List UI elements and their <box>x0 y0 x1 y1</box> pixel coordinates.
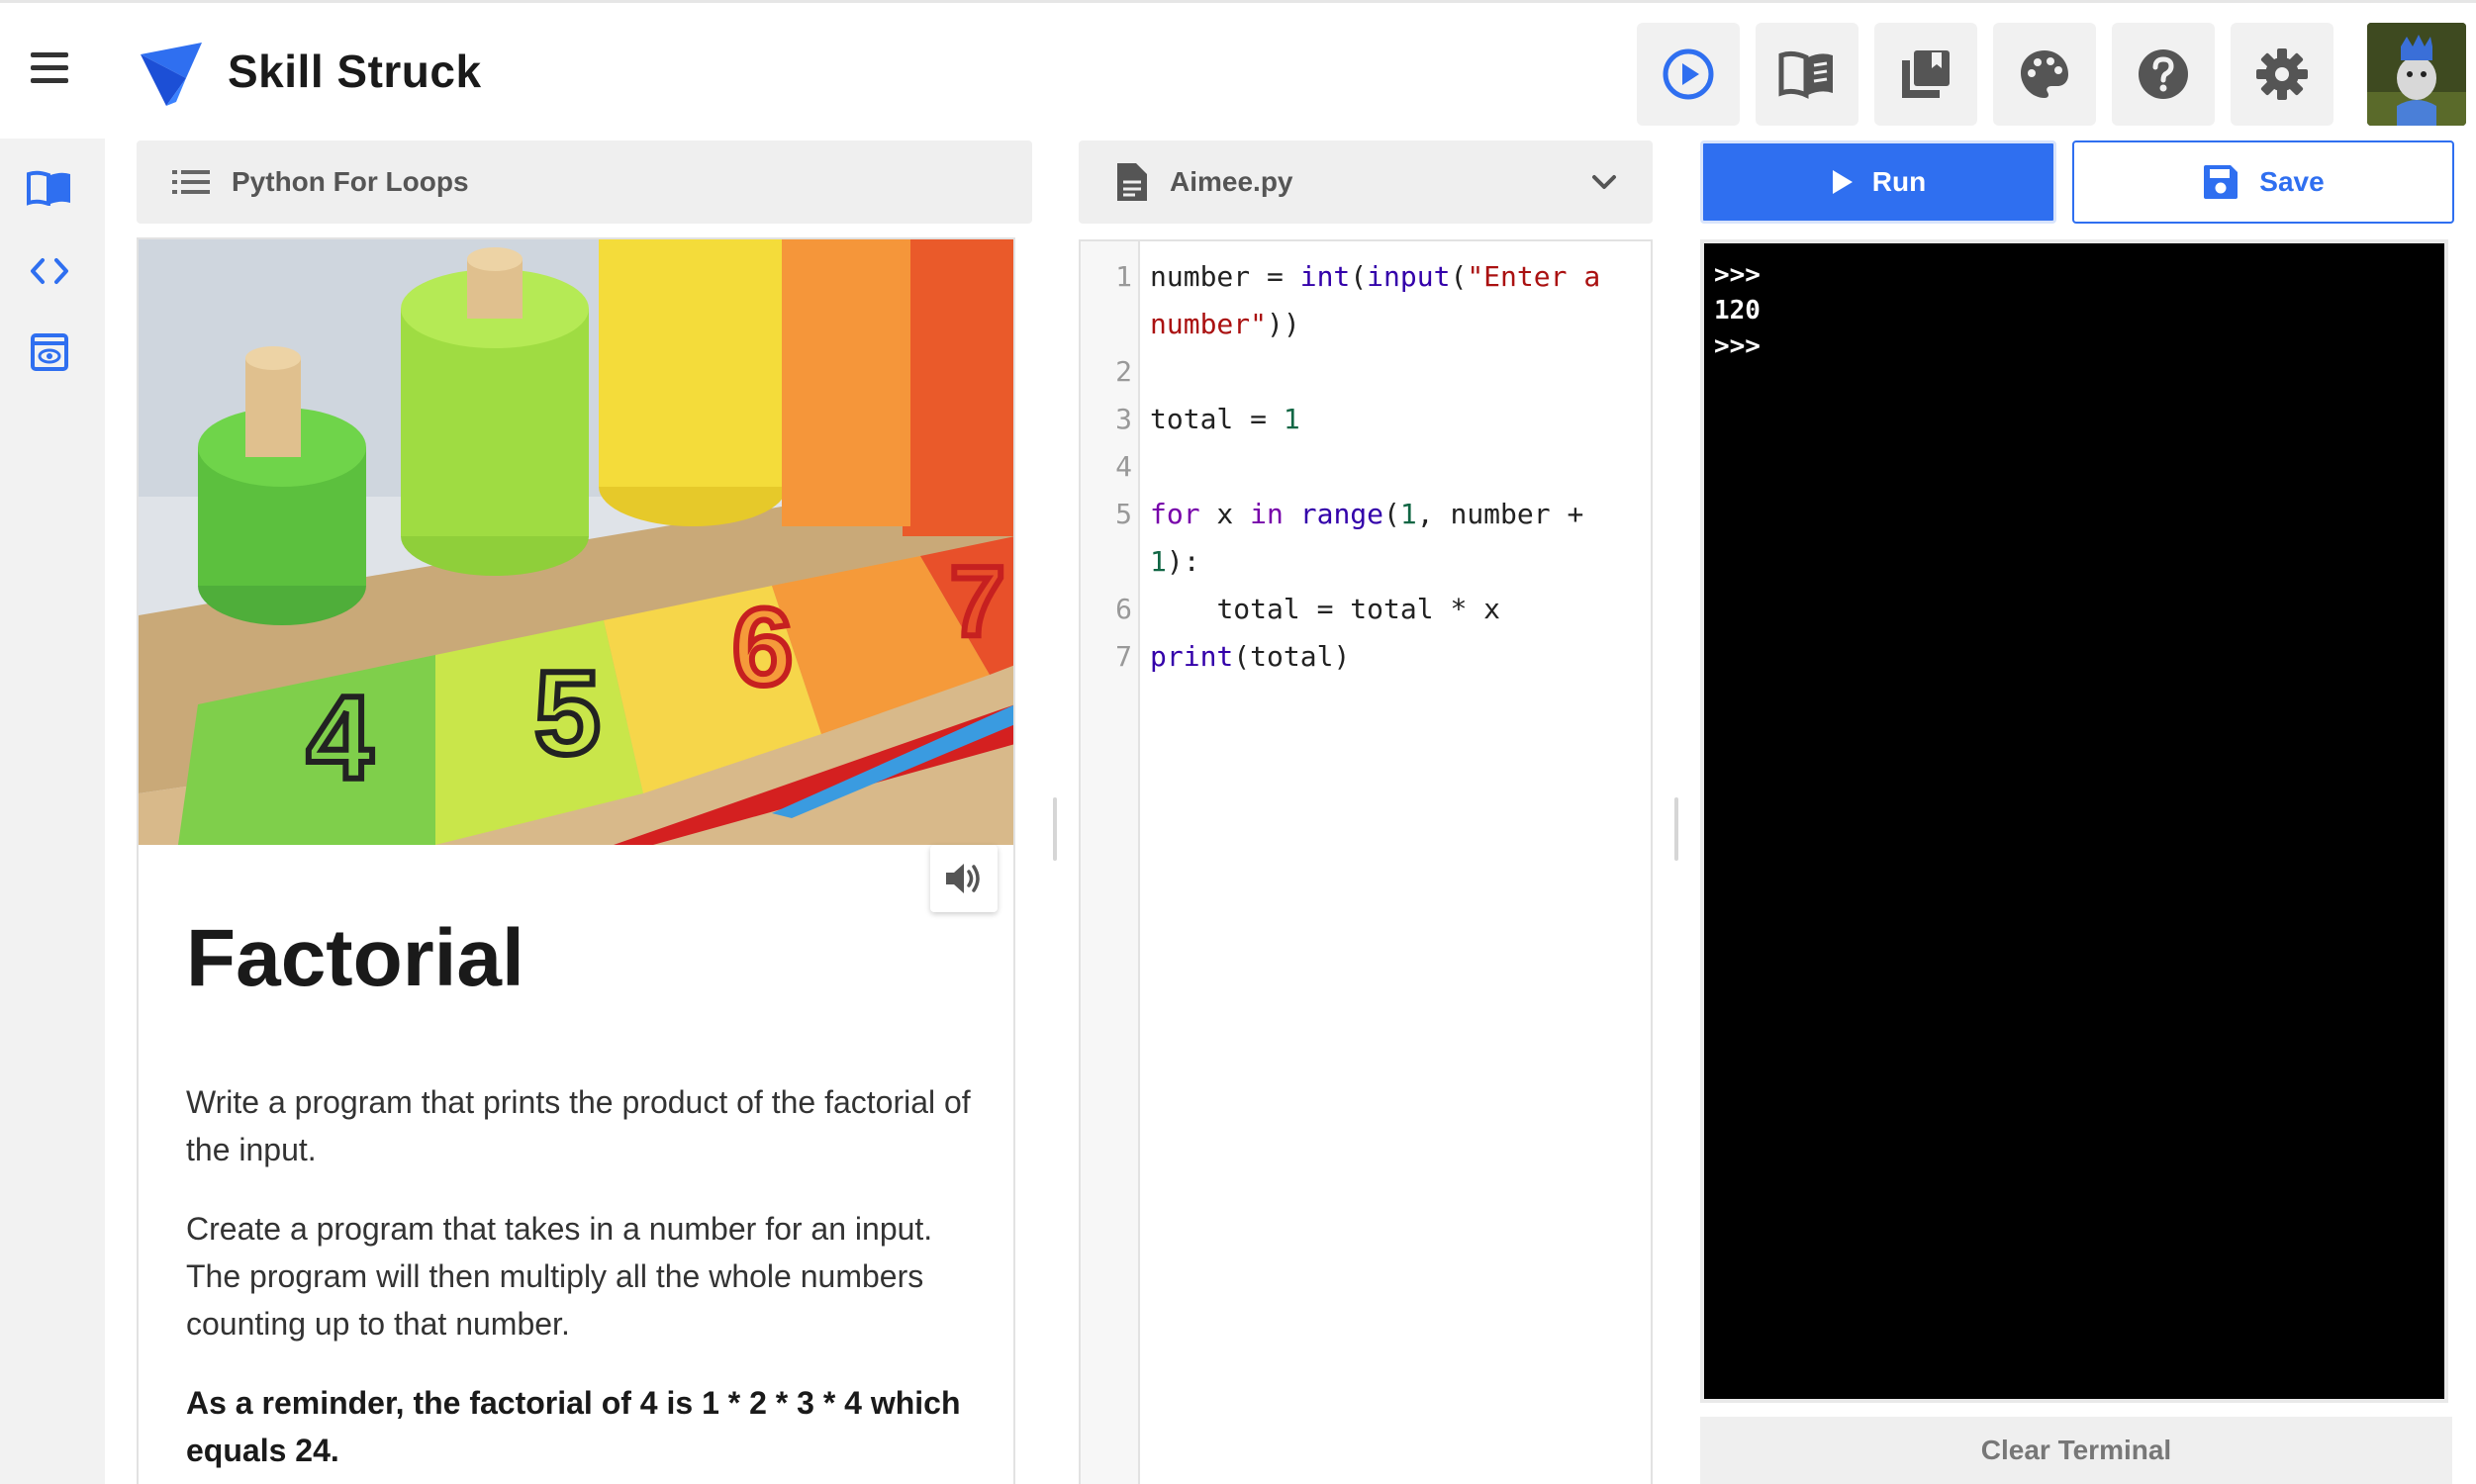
lesson-image: 4 5 6 7 <box>139 239 1013 845</box>
line-number: 4 <box>1115 450 1132 483</box>
svg-text:7: 7 <box>950 546 1005 657</box>
line-number: 6 <box>1115 593 1132 625</box>
left-rail <box>0 139 105 1484</box>
brand-name: Skill Struck <box>228 46 482 97</box>
code-text: print(total) <box>1150 640 1351 673</box>
panel-splitter[interactable] <box>1053 797 1057 861</box>
terminal-line: >>> <box>1714 260 1761 290</box>
play-icon <box>1832 170 1853 194</box>
file-name: Aimee.py <box>1170 166 1293 197</box>
line-number: 2 <box>1115 355 1132 388</box>
code-text: number = int(input("Enter a number")) <box>1150 260 1618 340</box>
palette-button[interactable] <box>1993 23 2096 126</box>
save-button[interactable]: Save <box>2072 140 2454 224</box>
svg-text:5: 5 <box>534 647 601 780</box>
audio-button[interactable] <box>930 845 998 912</box>
lesson-paragraph: Write a program that prints the product … <box>186 1084 971 1167</box>
gear-icon <box>2256 48 2308 100</box>
settings-button[interactable] <box>2231 23 2333 126</box>
library-button[interactable] <box>1874 23 1977 126</box>
play-tutorial-button[interactable] <box>1637 23 1740 126</box>
line-number: 5 <box>1115 498 1132 530</box>
avatar-image <box>2367 23 2466 126</box>
run-label: Run <box>1871 166 1927 197</box>
file-icon <box>1117 163 1147 201</box>
lesson-reminder: As a reminder, the factorial of 4 is 1 *… <box>186 1385 961 1468</box>
line-number: 7 <box>1115 640 1132 673</box>
rail-code-button[interactable] <box>24 245 75 297</box>
code-text: total = total * x <box>1150 593 1501 625</box>
line-number: 1 <box>1115 260 1132 293</box>
lesson-header-title: Python For Loops <box>232 166 469 197</box>
clear-terminal-button[interactable]: Clear Terminal <box>1700 1417 2452 1484</box>
top-bar: Skill Struck <box>0 0 2476 139</box>
save-icon <box>2204 165 2238 199</box>
file-selector[interactable]: Aimee.py <box>1079 140 1653 224</box>
list-icon <box>172 170 210 194</box>
code-text: total = 1 <box>1150 403 1300 435</box>
lesson-selector[interactable]: Python For Loops <box>137 140 1032 224</box>
lesson-paragraph: Create a program that takes in a number … <box>186 1211 933 1342</box>
lesson-icon <box>27 170 70 206</box>
code-text: for x in range(1, number + 1): <box>1150 498 1601 578</box>
terminal-line: >>> <box>1714 331 1761 361</box>
speaker-icon <box>946 864 980 893</box>
book-button[interactable] <box>1756 23 1858 126</box>
chevron-down-icon <box>1592 175 1616 189</box>
library-icon <box>1902 50 1950 98</box>
play-tutorial-icon <box>1663 48 1714 100</box>
user-avatar[interactable] <box>2367 23 2466 126</box>
svg-text:4: 4 <box>307 672 373 804</box>
hamburger-menu-icon[interactable] <box>24 52 75 96</box>
terminal-line: 120 <box>1714 296 1761 325</box>
rail-lesson-button[interactable] <box>24 162 75 214</box>
run-button[interactable]: Run <box>1700 140 2056 224</box>
preview-icon <box>31 333 68 371</box>
book-icon <box>1778 50 1833 99</box>
panel-splitter[interactable] <box>1674 797 1678 861</box>
help-icon <box>2139 49 2188 99</box>
line-number: 3 <box>1115 403 1132 435</box>
svg-text:6: 6 <box>732 587 793 708</box>
rail-preview-button[interactable] <box>24 326 75 378</box>
code-icon <box>31 258 68 284</box>
code-editor[interactable]: 1 number = int(input("Enter a number")) … <box>1079 239 1653 1484</box>
lesson-card: 4 5 6 7 Factorial Write a program that p… <box>137 237 1015 1484</box>
help-button[interactable] <box>2112 23 2215 126</box>
palette-icon <box>2021 50 2068 98</box>
skill-struck-logo <box>141 43 202 106</box>
terminal-output[interactable]: >>> 120 >>> <box>1700 239 2448 1403</box>
lesson-heading: Factorial <box>186 913 524 1003</box>
save-label: Save <box>2259 166 2325 197</box>
